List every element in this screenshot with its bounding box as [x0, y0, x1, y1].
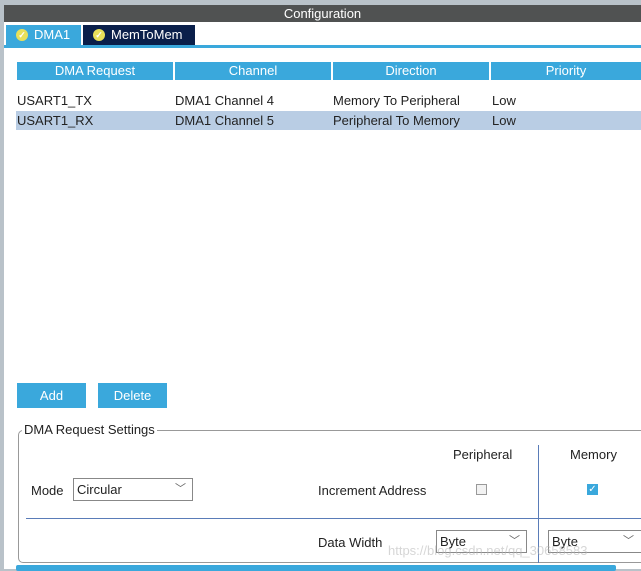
cell-direction: Peripheral To Memory: [333, 113, 460, 128]
table-row-selected[interactable]: USART1_RX DMA1 Channel 5 Peripheral To M…: [16, 111, 641, 130]
tab-label: DMA1: [34, 27, 71, 42]
mode-value: Circular: [77, 482, 122, 497]
cell-channel: DMA1 Channel 5: [175, 113, 274, 128]
cell-direction: Memory To Peripheral: [333, 93, 460, 108]
cell-priority: Low: [492, 93, 516, 108]
horizontal-scrollbar[interactable]: [16, 565, 616, 571]
chevron-down-icon: ﹀: [623, 535, 634, 547]
peripheral-increment-checkbox[interactable]: [476, 484, 487, 495]
cell-request: USART1_RX: [17, 113, 94, 128]
chevron-down-icon: ﹀: [175, 483, 186, 495]
tab-label: MemToMem: [111, 27, 183, 42]
memory-increment-checkbox[interactable]: ✓: [587, 484, 598, 495]
add-button[interactable]: Add: [17, 383, 86, 408]
check-circle-icon: ✓: [16, 29, 28, 41]
panel-title: Configuration: [4, 5, 641, 22]
memory-header: Memory: [570, 447, 617, 462]
tab-memtomem[interactable]: ✓ MemToMem: [83, 25, 195, 45]
mode-select[interactable]: Circular ﹀: [73, 478, 193, 501]
cell-channel: DMA1 Channel 4: [175, 93, 274, 108]
settings-legend: DMA Request Settings: [22, 422, 157, 437]
tab-dma1[interactable]: ✓ DMA1: [6, 25, 81, 45]
header-direction[interactable]: Direction: [333, 62, 489, 80]
table-row[interactable]: USART1_TX DMA1 Channel 4 Memory To Perip…: [16, 91, 641, 110]
divider: [26, 518, 641, 519]
increment-address-label: Increment Address: [318, 483, 427, 498]
cell-request: USART1_TX: [17, 93, 92, 108]
header-dma-request[interactable]: DMA Request: [17, 62, 173, 80]
peripheral-header: Peripheral: [453, 447, 513, 462]
header-channel[interactable]: Channel: [175, 62, 331, 80]
delete-button[interactable]: Delete: [98, 383, 167, 408]
data-width-label: Data Width: [318, 535, 383, 550]
check-icon: ✓: [588, 484, 597, 495]
cell-priority: Low: [492, 113, 516, 128]
tab-underline: [4, 45, 641, 48]
header-priority[interactable]: Priority: [491, 62, 641, 80]
watermark: https://blog.csdn.net/qq_30658583: [388, 543, 588, 558]
mode-label: Mode: [31, 483, 64, 498]
check-circle-icon: ✓: [93, 29, 105, 41]
